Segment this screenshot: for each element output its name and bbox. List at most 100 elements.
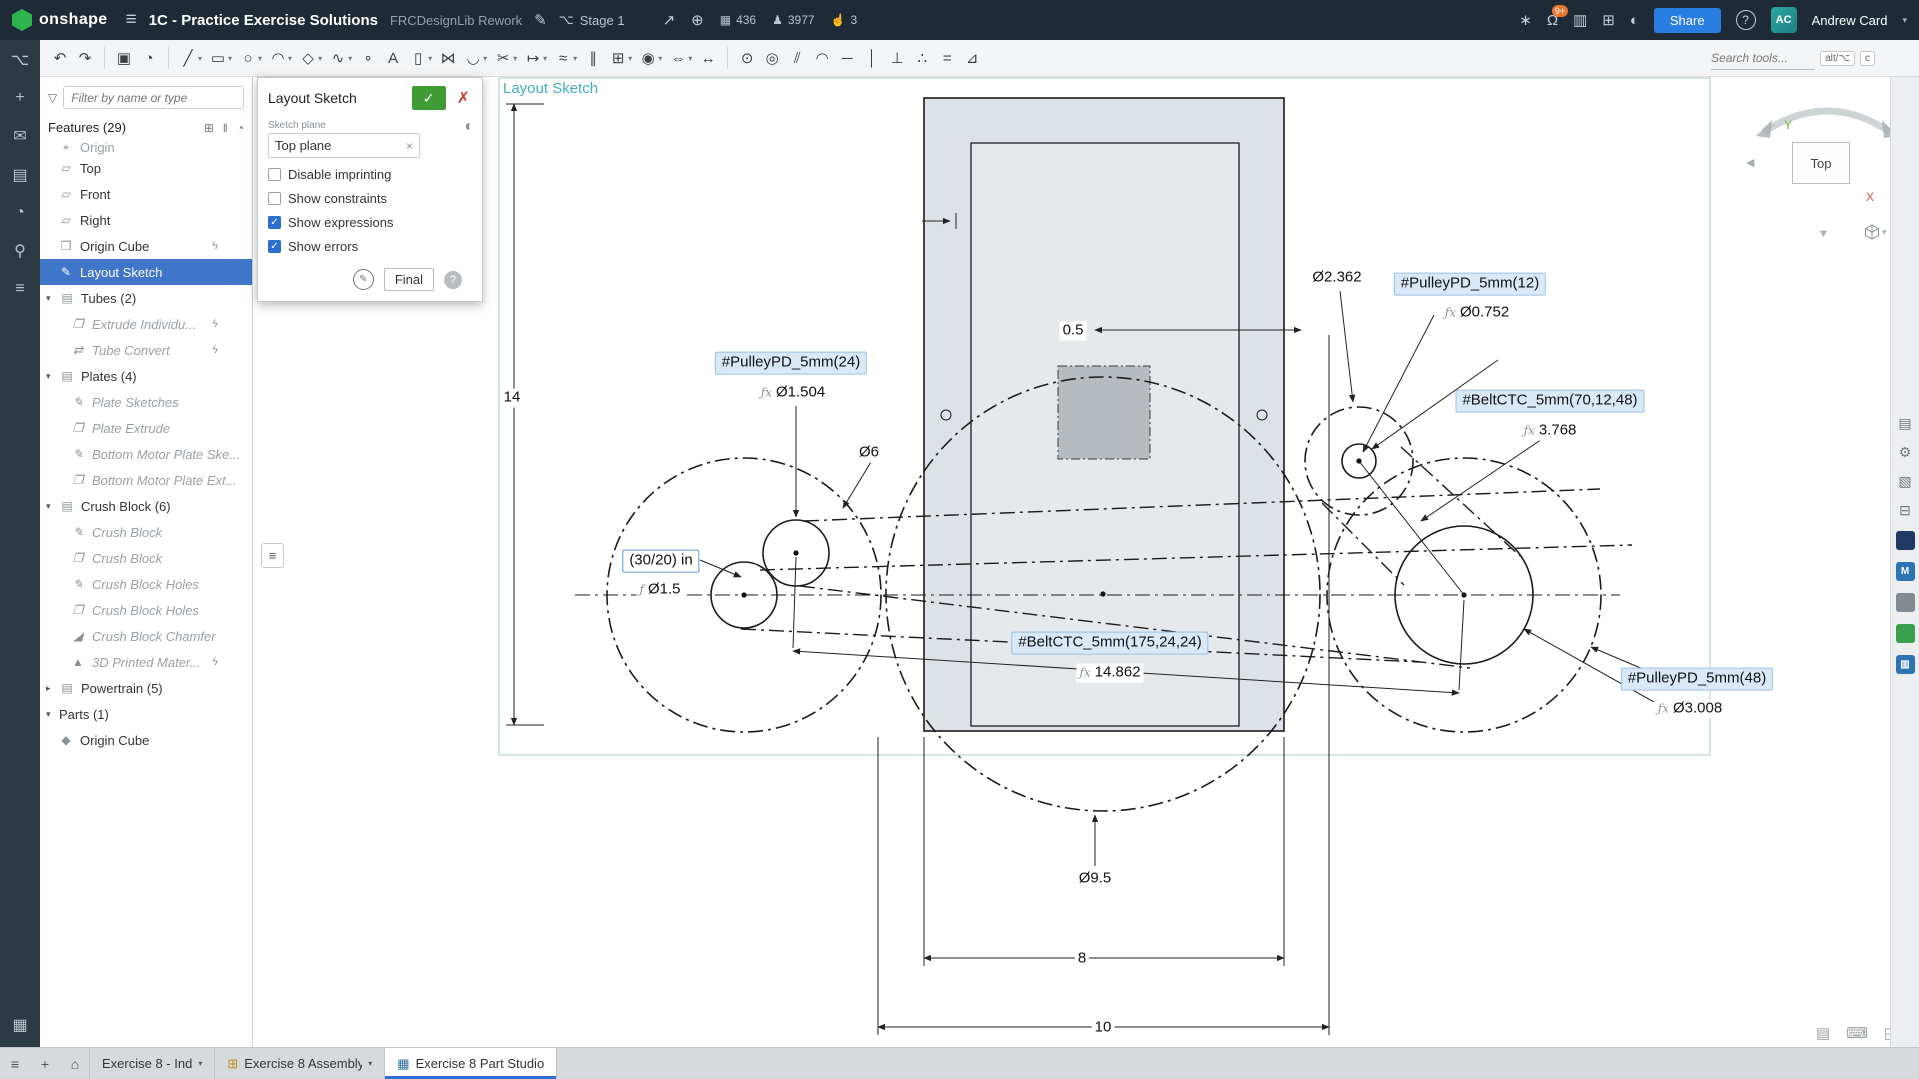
notifications-bell-icon[interactable]: Ω9+ (1547, 12, 1558, 29)
public-globe-icon[interactable]: ⊕ (691, 11, 704, 29)
edit-icon[interactable]: ✎ (534, 11, 547, 29)
insert-image-tool[interactable]: ◔ (137, 46, 161, 71)
dim-8[interactable]: 8 (1075, 950, 1089, 969)
chevron-down-icon[interactable]: ▾ (688, 54, 692, 63)
feature-tube-convert[interactable]: ⇄Tube Convertϟ (40, 337, 252, 363)
search-icon[interactable]: ⚲ (14, 241, 26, 261)
app-panel-mkcad-icon[interactable]: M (1896, 562, 1915, 581)
tab-exercise-8-assembly[interactable]: ⊞Exercise 8 Assembly▾ (214, 1048, 385, 1079)
dim-dia-2-362[interactable]: Ø2.362 (1309, 269, 1364, 288)
tab-manager-icon[interactable]: ≡ (0, 1048, 30, 1079)
chip-beltctc-70-12-48[interactable]: #BeltCTC_5mm(70,12,48) (1455, 390, 1644, 413)
dim-dia-0-752[interactable]: ƒxØ0.752 (1442, 304, 1512, 323)
chevron-down-icon[interactable]: ▾ (288, 54, 292, 63)
folder-tubes-2[interactable]: ▾▤Tubes (2) (40, 285, 252, 311)
app-grid-icon[interactable]: ⊞ (1602, 11, 1615, 29)
chevron-down-icon[interactable]: ▾ (46, 293, 59, 304)
extend-tool[interactable]: ↦▾ (521, 45, 550, 71)
feature-crush-block[interactable]: ❐Crush Block (40, 545, 252, 571)
feature-top[interactable]: ▱Top (40, 155, 252, 181)
feature-crush-block[interactable]: ✎Crush Block (40, 519, 252, 545)
text-tool[interactable]: A (381, 46, 405, 71)
folder-powertrain-5[interactable]: ▸▤Powertrain (5) (40, 675, 252, 701)
paste-sketch-tool[interactable]: ▣ (112, 45, 136, 71)
dim-10[interactable]: 10 (1092, 1019, 1115, 1038)
help-icon[interactable]: ? (1736, 10, 1756, 30)
edit-sketch-icon[interactable]: ✎ (353, 269, 374, 290)
view-face-top[interactable]: Top (1792, 142, 1850, 184)
filter-input[interactable] (63, 86, 244, 109)
feature-crush-block-holes[interactable]: ❐Crush Block Holes (40, 597, 252, 623)
polygon-tool[interactable]: ◇▾ (296, 45, 325, 71)
rotate-arrows-icon[interactable] (1742, 86, 1912, 138)
feature-origin[interactable]: ⌖Origin (40, 141, 252, 155)
chevron-down-icon[interactable]: ▾ (658, 54, 662, 63)
feature-origin-cube[interactable]: ❐Origin Cubeϟ (40, 233, 252, 259)
tab-exercise-8-part-studio[interactable]: ▦Exercise 8 Part Studio (384, 1048, 557, 1079)
isometric-view-icon[interactable]: ▾ (1864, 224, 1887, 240)
feature-layout-sketch[interactable]: ✎Layout Sketch (40, 259, 252, 285)
mirror-tool[interactable]: ⋈ (436, 45, 460, 71)
configurations-panel-icon[interactable]: ⚙ (1899, 444, 1912, 461)
flip-normal-icon[interactable]: ◐ (464, 118, 474, 136)
checkbox-icon[interactable]: ✓ (268, 216, 281, 229)
history-icon[interactable]: ◔ (15, 204, 25, 222)
main-menu-icon[interactable]: ≡ (126, 9, 137, 31)
chevron-down-icon[interactable]: ▾ (228, 54, 232, 63)
chip-pulleypd-24[interactable]: #PulleyPD_5mm(24) (715, 352, 867, 375)
tab-exercise-8-ind[interactable]: Exercise 8 - Ind▾ (89, 1048, 215, 1079)
chevron-down-icon[interactable]: ▾ (513, 54, 517, 63)
checkbox-show-constraints[interactable]: Show constraints (268, 191, 472, 206)
checkbox-icon[interactable] (268, 192, 281, 205)
new-tab-button[interactable]: + (30, 1048, 60, 1079)
sketch-plane-field[interactable]: × (268, 133, 420, 158)
view-menu-caret[interactable]: ▾ (1882, 227, 1887, 238)
versions-icon[interactable]: ⌥ (11, 50, 29, 70)
chip-pulleypd-12[interactable]: #PulleyPD_5mm(12) (1394, 273, 1546, 296)
bom-panel-icon[interactable]: ▤ (1898, 415, 1911, 432)
dim-3-768[interactable]: ƒx3.768 (1521, 422, 1580, 441)
feature-plate-extrude[interactable]: ❐Plate Extrude (40, 415, 252, 441)
feature-extrude-individu[interactable]: ❐Extrude Individu...ϟ (40, 311, 252, 337)
coincident-constraint[interactable]: ⊙ (735, 45, 759, 71)
feature-bottom-motor-plate-ext[interactable]: ❐Bottom Motor Plate Ext... (40, 467, 252, 493)
view-cube[interactable]: Y X Top ◀ ▶ ▼ ▾ (1742, 86, 1912, 251)
chevron-down-icon[interactable]: ▾ (46, 709, 59, 720)
snapshot-icon[interactable]: ▤ (1816, 1024, 1830, 1042)
folder-plates-4[interactable]: ▾▤Plates (4) (40, 363, 252, 389)
app-panel-sheet-icon[interactable] (1896, 624, 1915, 643)
dim-dia-3-008[interactable]: ƒxØ3.008 (1655, 700, 1725, 719)
onshape-logo[interactable]: onshape (12, 9, 108, 31)
checkbox-show-expressions[interactable]: ✓Show expressions (268, 215, 472, 230)
checkbox-icon[interactable] (268, 168, 281, 181)
dimension-tool[interactable]: ↔ (696, 46, 720, 71)
share-button[interactable]: Share (1654, 8, 1721, 33)
parallel-constraint[interactable]: ⫽ (785, 46, 809, 71)
chevron-down-icon[interactable]: ▾ (483, 54, 487, 63)
dim-dia-9-5[interactable]: Ø9.5 (1076, 870, 1115, 889)
panel-flyout-button[interactable]: ≡ (261, 543, 284, 568)
chip-30-20-in[interactable]: (30/20) in (622, 550, 699, 573)
dim-0-5[interactable]: 0.5 (1060, 322, 1087, 341)
comments-icon[interactable]: ✉ (13, 126, 26, 146)
rollback-icon[interactable]: ‖ (223, 121, 228, 135)
chevron-down-icon[interactable]: ▾ (318, 54, 322, 63)
concentric-constraint[interactable]: ◎ (760, 45, 784, 71)
circular-pattern-tool[interactable]: ◉▾ (636, 45, 665, 71)
tables-panel-icon[interactable]: ⊟ (1899, 502, 1911, 519)
search-tools-input[interactable] (1711, 46, 1815, 70)
circle-tool[interactable]: ○▾ (236, 46, 265, 71)
home-tab-icon[interactable]: ⌂ (60, 1048, 90, 1079)
perpendicular-constraint[interactable]: ⊥ (885, 45, 909, 71)
dim-dia-1-5[interactable]: ƒØ1.5 (637, 581, 684, 600)
followers-count[interactable]: ♟ 3977 (772, 13, 814, 27)
chevron-down-icon[interactable]: ▾ (46, 371, 59, 382)
notes-icon[interactable]: ▤ (12, 165, 27, 185)
trim-tool[interactable]: ✂▾ (491, 45, 520, 71)
offset-tool[interactable]: ≈▾ (551, 46, 580, 71)
chevron-down-icon[interactable]: ▾ (46, 501, 59, 512)
reference-manager-icon[interactable]: ▥ (1573, 11, 1587, 29)
display-states-panel-icon[interactable]: ▧ (1898, 473, 1911, 490)
feature-front[interactable]: ▱Front (40, 181, 252, 207)
rotate-left-icon[interactable]: ◀ (1746, 156, 1754, 169)
